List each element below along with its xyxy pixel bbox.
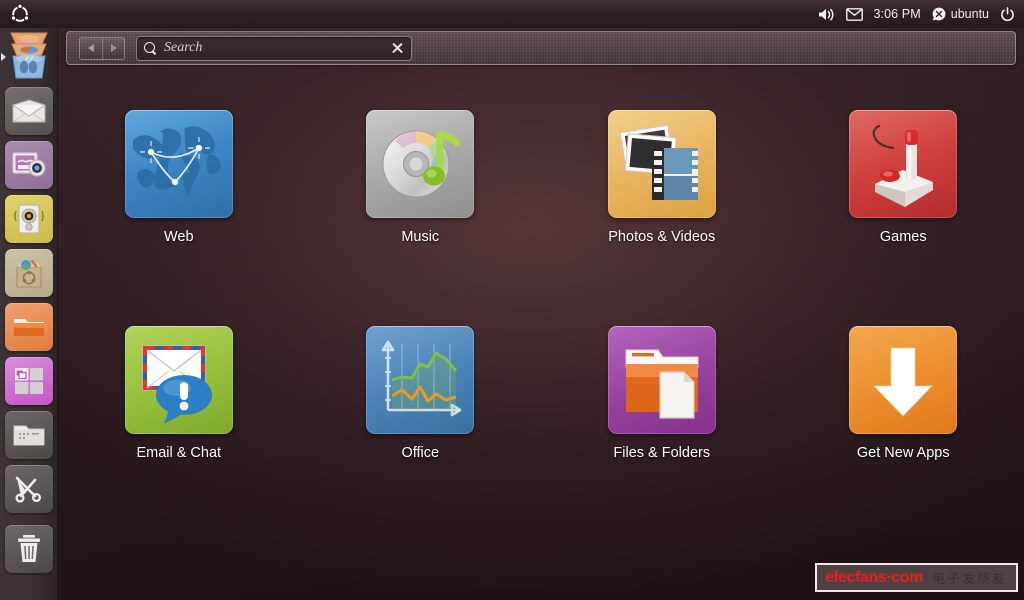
launcher-item-file-manager[interactable] <box>0 300 58 354</box>
joystick-icon <box>849 110 957 218</box>
dash-app-music[interactable]: Music <box>300 110 542 245</box>
unity-launcher <box>0 28 58 600</box>
dash-app-photos-videos[interactable]: Photos & Videos <box>541 110 783 245</box>
dash-app-get-new-apps[interactable]: Get New Apps <box>783 326 1024 461</box>
dash-app-label: Music <box>401 229 439 245</box>
orange-folder-icon <box>5 303 53 351</box>
volume-icon <box>818 7 835 22</box>
volume-indicator[interactable] <box>818 7 835 22</box>
webcam-photo-icon <box>5 141 53 189</box>
envelope-chat-icon <box>125 326 233 434</box>
dash-app-office[interactable]: Office <box>300 326 542 461</box>
clock-time: 3:06 PM <box>874 7 921 21</box>
power-menu[interactable] <box>1000 7 1015 22</box>
shopping-bag-icon <box>5 249 53 297</box>
grey-folder-icon <box>5 411 53 459</box>
folder-document-icon <box>608 326 716 434</box>
workspace-grid-icon <box>5 357 53 405</box>
ubuntu-dash-icon <box>4 31 54 83</box>
dash-app-email-chat[interactable]: Email & Chat <box>58 326 300 461</box>
dash-search-bar: Search <box>66 31 1016 65</box>
dash-app-grid: Web <box>58 110 1024 461</box>
dash-app-label: Files & Folders <box>613 445 710 461</box>
watermark-english: elecfans·com <box>826 569 923 587</box>
watermark-chinese: 电子发烧友 <box>932 568 1007 587</box>
download-arrow-icon <box>849 326 957 434</box>
dash-app-label: Games <box>880 229 927 245</box>
dash-app-label: Get New Apps <box>857 445 950 461</box>
power-icon <box>1000 7 1015 22</box>
speaker-music-icon <box>5 195 53 243</box>
ubuntu-logo[interactable] <box>9 3 31 25</box>
session-username: ubuntu <box>951 7 989 21</box>
dash-app-games[interactable]: Games <box>783 110 1024 245</box>
launcher-item-thunderbird-mail[interactable] <box>0 84 58 138</box>
nav-back-button[interactable] <box>80 38 102 59</box>
search-input-text: Search <box>164 40 391 56</box>
top-panel: 3:06 PM ubuntu <box>0 0 1024 28</box>
clock-indicator[interactable]: 3:06 PM <box>874 7 921 21</box>
envelope-mail-icon <box>5 87 53 135</box>
chevron-left-icon <box>88 44 94 52</box>
dash-navigation-buttons <box>79 37 125 60</box>
search-input[interactable]: Search <box>136 36 412 61</box>
dash-app-label: Photos & Videos <box>608 229 715 245</box>
panel-indicators: 3:06 PM ubuntu <box>818 7 1024 22</box>
dash-app-label: Web <box>164 229 194 245</box>
launcher-item-dash-home[interactable] <box>0 30 58 84</box>
scissors-icon <box>5 465 53 513</box>
dash-app-web[interactable]: Web <box>58 110 300 245</box>
nav-forward-button[interactable] <box>102 38 124 59</box>
launcher-item-trash[interactable] <box>0 522 58 576</box>
trash-icon <box>5 525 53 573</box>
watermark: elecfans·com 电子发烧友 <box>815 563 1018 592</box>
panel-left-group <box>0 3 31 25</box>
launcher-item-workspace-switcher[interactable] <box>0 354 58 408</box>
launcher-item-documents[interactable] <box>0 408 58 462</box>
line-chart-icon <box>366 326 474 434</box>
chevron-right-icon <box>111 44 117 52</box>
globe-network-icon <box>125 110 233 218</box>
launcher-item-cheese-webcam[interactable] <box>0 138 58 192</box>
launcher-item-rhythmbox-music[interactable] <box>0 192 58 246</box>
dash-app-files-folders[interactable]: Files & Folders <box>541 326 783 461</box>
photos-filmstrip-icon <box>608 110 716 218</box>
envelope-icon <box>846 8 863 21</box>
user-session-icon <box>932 7 946 21</box>
launcher-item-screenshot-tool[interactable] <box>0 462 58 516</box>
dash-app-label: Office <box>401 445 439 461</box>
launcher-item-ubuntu-software[interactable] <box>0 246 58 300</box>
dash-app-label: Email & Chat <box>136 445 221 461</box>
clear-x-icon[interactable] <box>391 42 404 55</box>
messaging-indicator[interactable] <box>846 8 863 21</box>
cd-music-note-icon <box>366 110 474 218</box>
session-indicator[interactable]: ubuntu <box>932 7 989 21</box>
search-magnifier-icon <box>144 42 157 55</box>
